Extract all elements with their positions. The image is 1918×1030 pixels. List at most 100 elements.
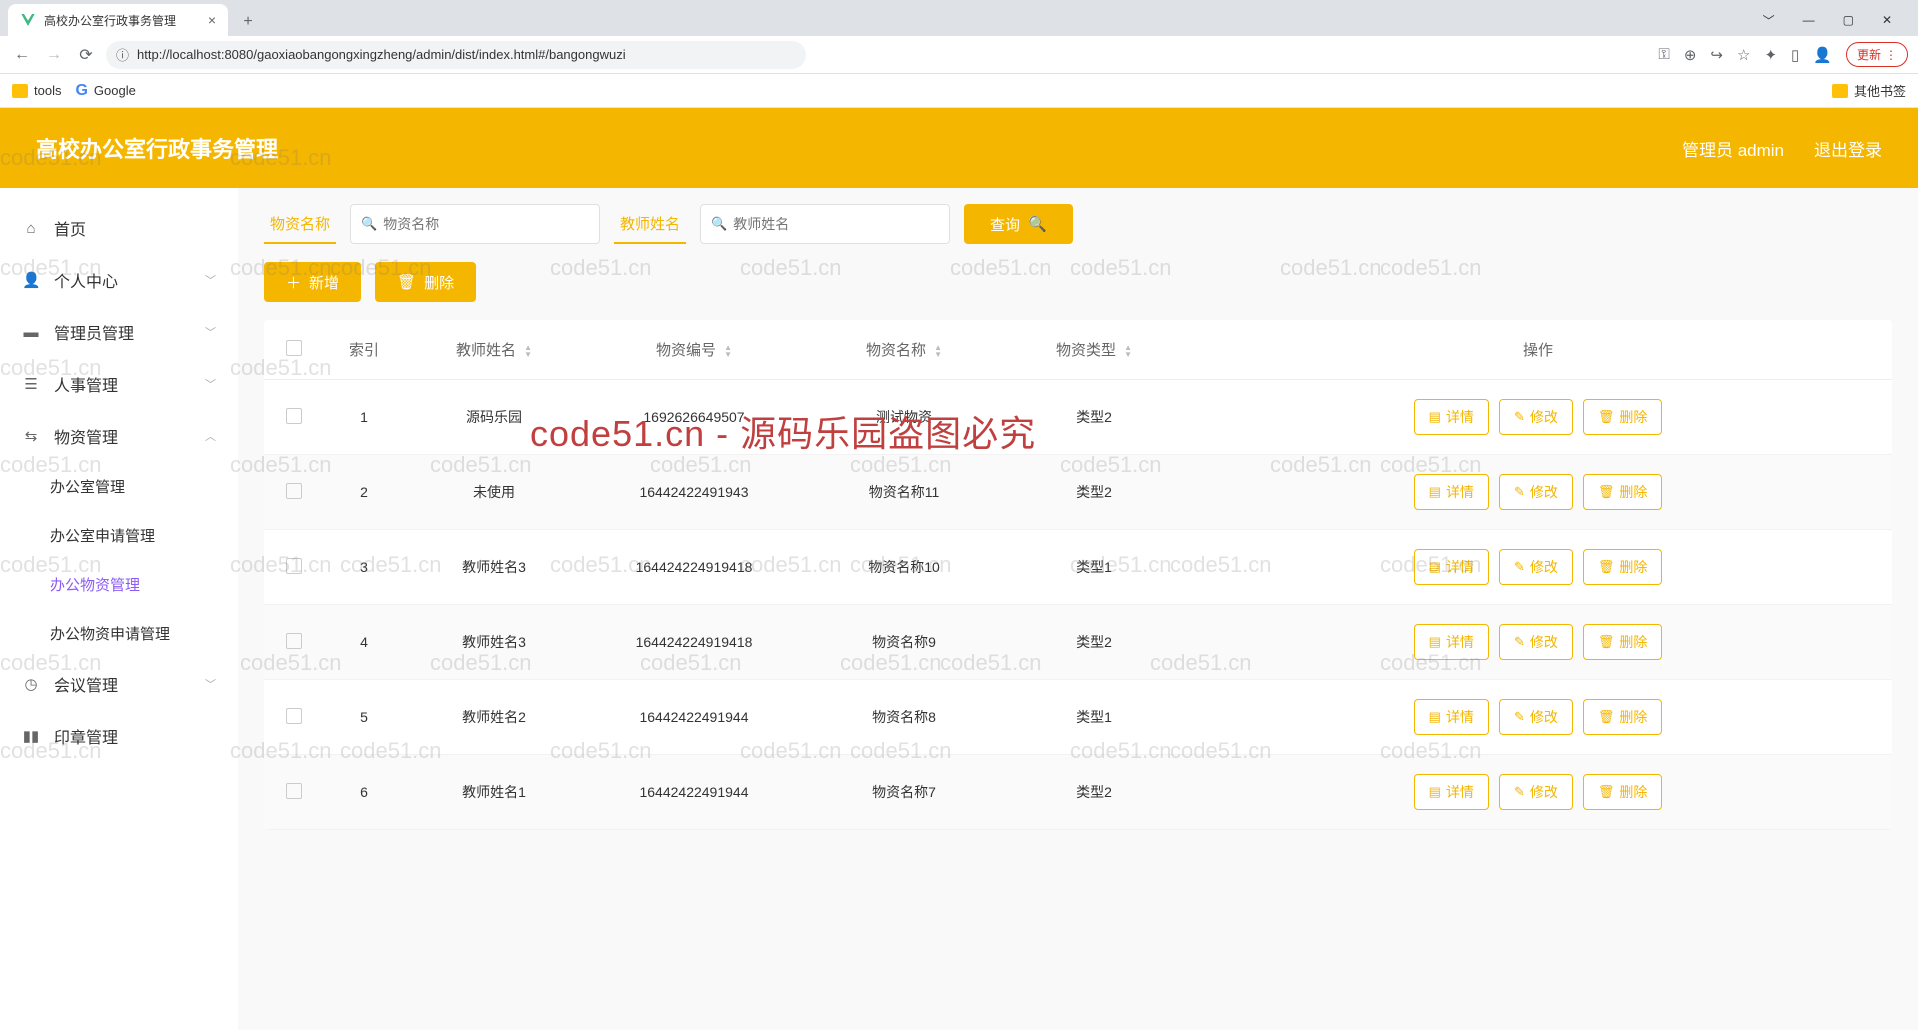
reload-button[interactable]: ⟳ (74, 43, 98, 67)
logout-button[interactable]: 退出登录 (1814, 136, 1882, 161)
table-row: 1 源码乐园 1692626649507 测试物资 类型2 ▤详情 ✎修改 🗑删… (264, 380, 1892, 455)
query-button[interactable]: 查询 🔍 (964, 204, 1073, 244)
row-checkbox[interactable] (286, 483, 302, 499)
row-delete-button[interactable]: 🗑删除 (1583, 474, 1663, 510)
key-icon[interactable]: ⚿ (1658, 46, 1669, 63)
bookmark-other[interactable]: 其他书签 (1832, 81, 1906, 100)
edit-button[interactable]: ✎修改 (1499, 624, 1573, 660)
cell-teacher: 教师姓名3 (404, 632, 584, 652)
material-name-input[interactable]: 🔍 (350, 204, 600, 244)
detail-button[interactable]: ▤详情 (1414, 774, 1489, 810)
table-row: 6 教师姓名1 16442422491944 物资名称7 类型2 ▤详情 ✎修改… (264, 755, 1892, 830)
col-name[interactable]: 物资名称 ▲▼ (804, 339, 1004, 360)
edit-button[interactable]: ✎修改 (1499, 699, 1573, 735)
select-all-checkbox[interactable] (286, 340, 302, 356)
row-checkbox[interactable] (286, 633, 302, 649)
teacher-name-field[interactable] (733, 216, 939, 232)
dropdown-icon[interactable]: ﹀ (1757, 8, 1781, 33)
user-label[interactable]: 管理员 admin (1682, 136, 1784, 161)
row-delete-button[interactable]: 🗑删除 (1583, 549, 1663, 585)
browser-tab[interactable]: 高校办公室行政事务管理 × (8, 4, 228, 36)
col-type[interactable]: 物资类型 ▲▼ (1004, 339, 1184, 360)
sort-icon[interactable]: ▲▼ (724, 344, 732, 358)
sidebar-item-seal[interactable]: ▮▮ 印章管理 (0, 710, 238, 762)
minimize-icon[interactable]: — (1797, 9, 1821, 31)
sidebar-item-meeting[interactable]: ◷ 会议管理 ﹀ (0, 658, 238, 710)
col-teacher[interactable]: 教师姓名 ▲▼ (404, 339, 584, 360)
row-checkbox[interactable] (286, 783, 302, 799)
row-checkbox[interactable] (286, 408, 302, 424)
translate-icon[interactable]: ⊕ (1684, 46, 1697, 64)
detail-button[interactable]: ▤详情 (1414, 699, 1489, 735)
row-delete-button[interactable]: 🗑删除 (1583, 624, 1663, 660)
bookmark-tools[interactable]: tools (12, 83, 61, 98)
sidebar-item-office-material-apply[interactable]: 办公物资申请管理 (0, 609, 238, 658)
bookmarks-bar: tools G Google 其他书签 (0, 74, 1918, 108)
sidebar-item-personal[interactable]: 👤 个人中心 ﹀ (0, 254, 238, 306)
cell-index: 6 (324, 784, 404, 800)
edit-button[interactable]: ✎修改 (1499, 474, 1573, 510)
extensions-icon[interactable]: ✦ (1764, 46, 1777, 64)
teacher-name-input[interactable]: 🔍 (700, 204, 950, 244)
sidebar-item-home[interactable]: ⌂ 首页 (0, 202, 238, 254)
site-info-icon[interactable]: ⓘ (116, 45, 129, 64)
close-window-icon[interactable]: ✕ (1876, 9, 1898, 31)
row-delete-button[interactable]: 🗑删除 (1583, 399, 1663, 435)
edit-button[interactable]: ✎修改 (1499, 549, 1573, 585)
cell-type: 类型1 (1004, 557, 1184, 577)
table-header: 索引 教师姓名 ▲▼ 物资编号 ▲▼ 物资名称 ▲▼ 物资类型 ▲▼ 操作 (264, 320, 1892, 380)
tab-close-icon[interactable]: × (208, 12, 216, 28)
sidebar-item-office-material[interactable]: 办公物资管理 (0, 560, 238, 609)
material-name-field[interactable] (383, 216, 589, 232)
share-icon[interactable]: ↪ (1710, 46, 1723, 64)
sort-icon[interactable]: ▲▼ (934, 344, 942, 358)
star-icon[interactable]: ☆ (1737, 46, 1750, 64)
cell-teacher: 未使用 (404, 482, 584, 502)
data-table: 索引 教师姓名 ▲▼ 物资编号 ▲▼ 物资名称 ▲▼ 物资类型 ▲▼ 操作 (264, 320, 1892, 830)
sort-icon[interactable]: ▲▼ (524, 344, 532, 358)
vue-favicon-icon (20, 12, 36, 28)
col-code[interactable]: 物资编号 ▲▼ (584, 339, 804, 360)
update-button[interactable]: 更新 ⋮ (1846, 42, 1908, 67)
sidebar-item-office-apply[interactable]: 办公室申请管理 (0, 511, 238, 560)
row-delete-button[interactable]: 🗑删除 (1583, 699, 1663, 735)
sidebar-item-admin[interactable]: ▬ 管理员管理 ﹀ (0, 306, 238, 358)
cell-code: 16442422491943 (584, 484, 804, 500)
url-field[interactable]: ⓘ http://localhost:8080/gaoxiaobangongxi… (106, 41, 806, 69)
edit-button[interactable]: ✎修改 (1499, 399, 1573, 435)
profile-icon[interactable]: 👤 (1813, 46, 1832, 64)
sidebar-item-office[interactable]: 办公室管理 (0, 462, 238, 511)
sidebar-item-hr[interactable]: ☰ 人事管理 ﹀ (0, 358, 238, 410)
new-tab-button[interactable]: + (234, 8, 262, 36)
sort-icon[interactable]: ▲▼ (1124, 344, 1132, 358)
add-button[interactable]: ＋ 新增 (264, 262, 361, 302)
row-checkbox[interactable] (286, 558, 302, 574)
edit-button[interactable]: ✎修改 (1499, 774, 1573, 810)
bookmark-google[interactable]: G Google (75, 82, 135, 100)
edit-icon: ✎ (1514, 559, 1525, 575)
cell-code: 16442422491944 (584, 784, 804, 800)
detail-button[interactable]: ▤详情 (1414, 474, 1489, 510)
cell-name: 测试物资 (804, 407, 1004, 427)
detail-button[interactable]: ▤详情 (1414, 549, 1489, 585)
action-row: ＋ 新增 🗑 删除 (264, 262, 1892, 302)
edit-icon: ✎ (1514, 634, 1525, 650)
edit-icon: ✎ (1514, 709, 1525, 725)
cell-teacher: 教师姓名3 (404, 557, 584, 577)
trash-icon: 🗑 (1598, 784, 1615, 800)
col-index: 索引 (324, 339, 404, 360)
detail-button[interactable]: ▤详情 (1414, 399, 1489, 435)
back-button[interactable]: ← (10, 43, 34, 67)
maximize-icon[interactable]: ▢ (1837, 9, 1860, 31)
forward-button[interactable]: → (42, 43, 66, 67)
sidebar-item-material[interactable]: ⇆ 物资管理 ︿ (0, 410, 238, 462)
detail-button[interactable]: ▤详情 (1414, 624, 1489, 660)
row-checkbox[interactable] (286, 708, 302, 724)
user-icon: 👤 (22, 271, 40, 289)
row-delete-button[interactable]: 🗑删除 (1583, 774, 1663, 810)
panel-icon[interactable]: ▯ (1791, 46, 1799, 64)
edit-icon: ✎ (1514, 784, 1525, 800)
google-icon: G (75, 82, 87, 100)
trash-icon: 🗑 (1598, 559, 1615, 575)
delete-button[interactable]: 🗑 删除 (375, 262, 476, 302)
